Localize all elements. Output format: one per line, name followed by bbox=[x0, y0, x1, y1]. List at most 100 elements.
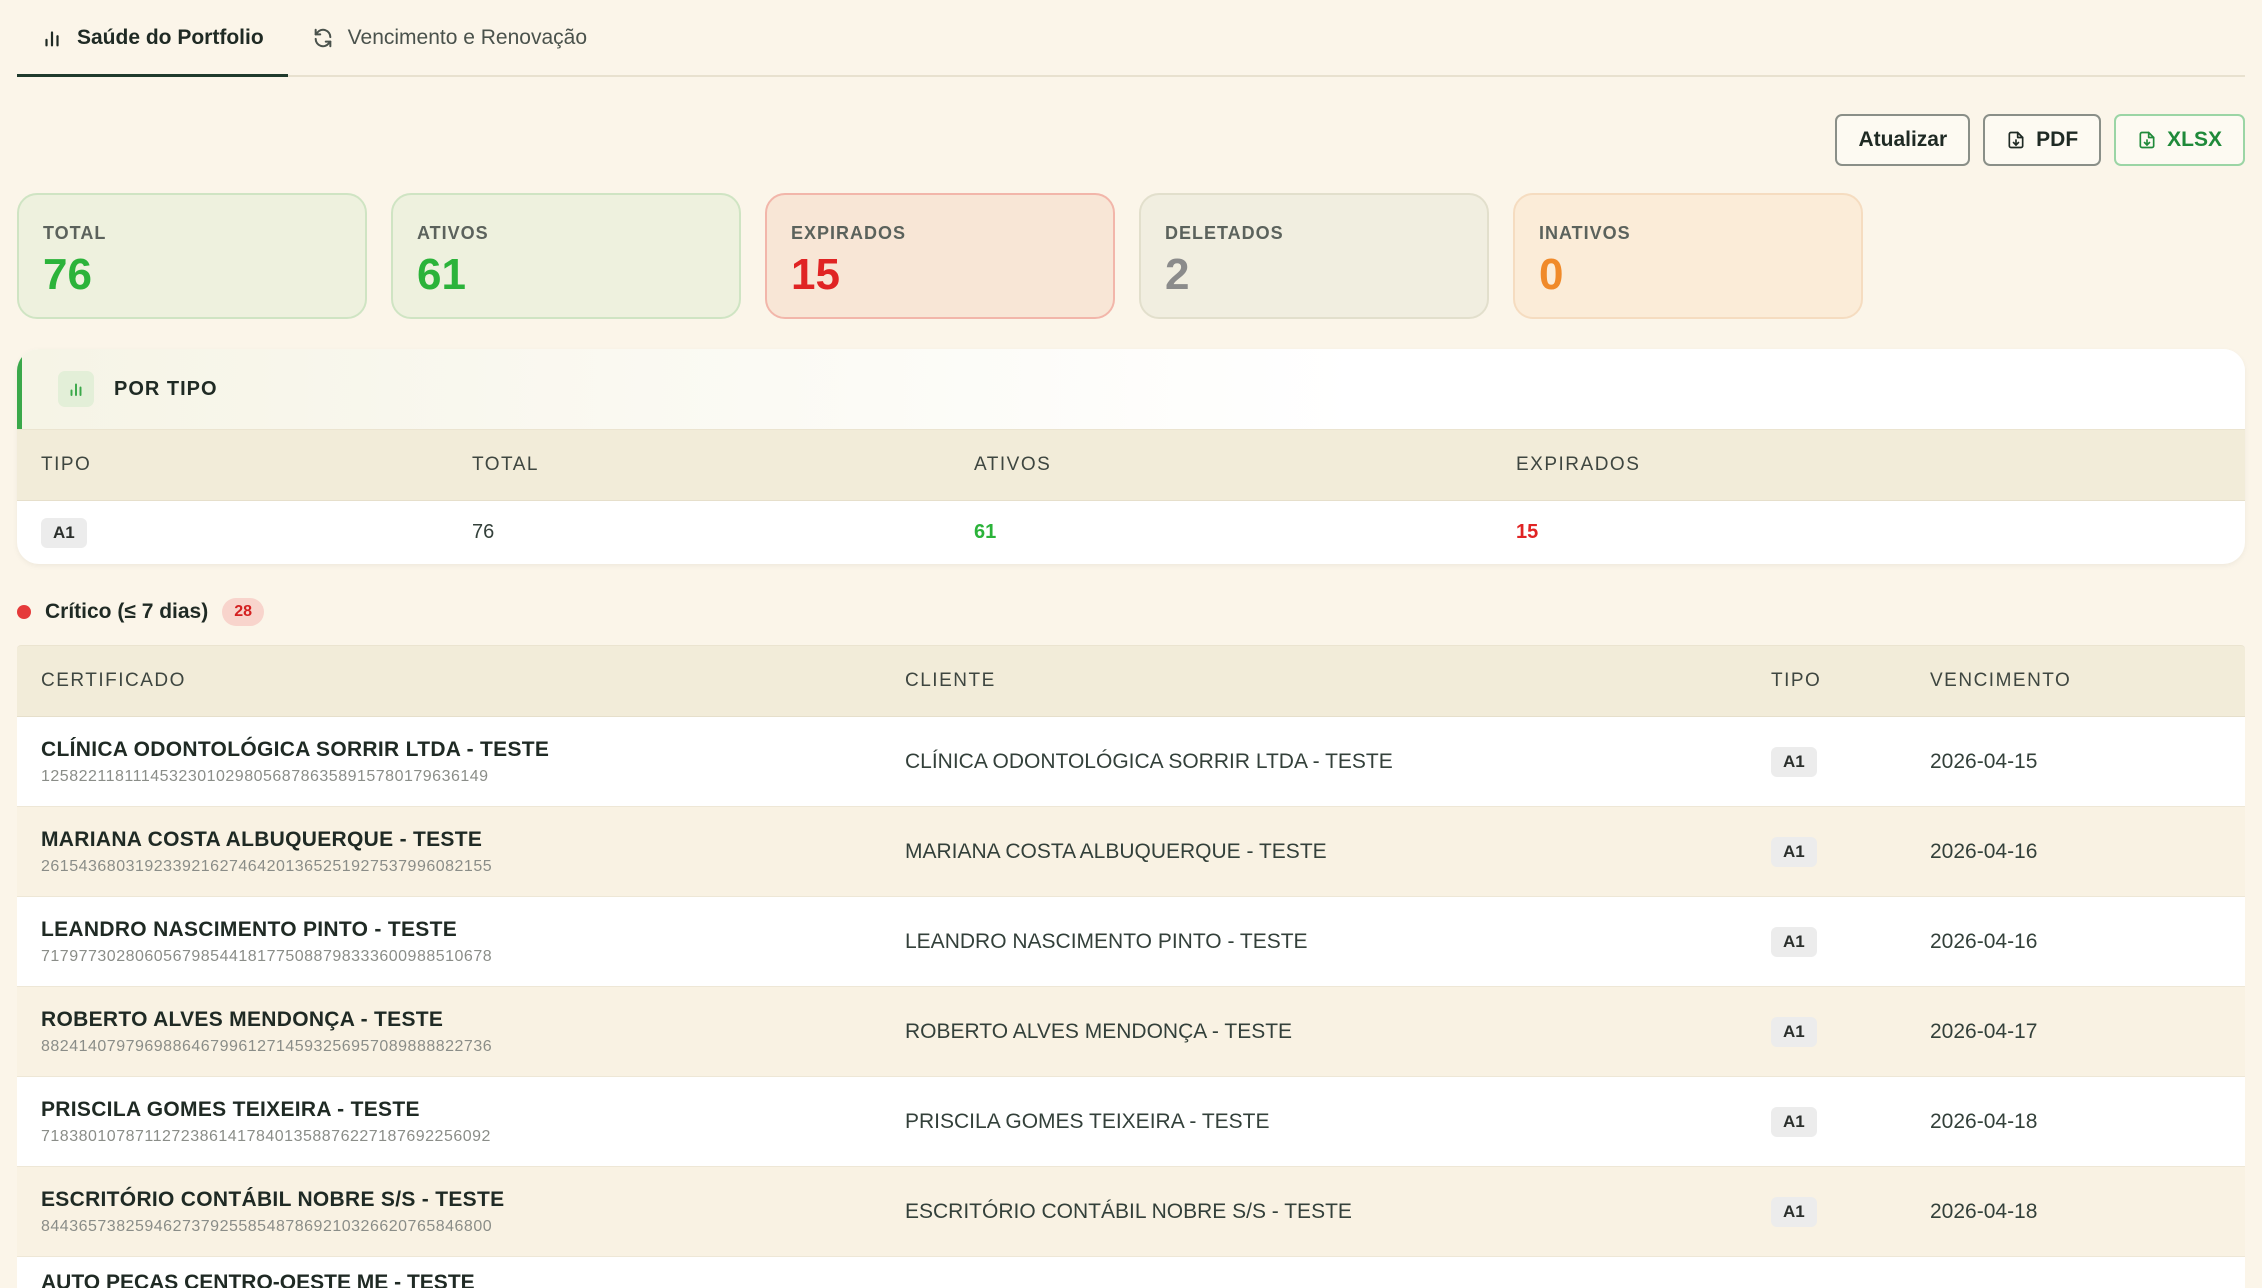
column-header-vencimento[interactable]: VENCIMENTO bbox=[1930, 670, 2071, 692]
por-tipo-panel: POR TIPO TIPO TOTAL ATIVOS EXPIRADOS A1 … bbox=[17, 349, 2245, 564]
table-row[interactable]: CLÍNICA ODONTOLÓGICA SORRIR LTDA - TESTE… bbox=[17, 717, 2245, 807]
cell-cliente: LEANDRO NASCIMENTO PINTO - TESTE bbox=[905, 929, 1308, 953]
tab-vencimento-renovacao[interactable]: Vencimento e Renovação bbox=[288, 0, 611, 75]
stat-card-ativos: ATIVOS 61 bbox=[391, 193, 741, 319]
stat-label: ATIVOS bbox=[417, 223, 489, 243]
cell-vencimento: 2026-04-15 bbox=[1930, 749, 2038, 773]
refresh-button[interactable]: Atualizar bbox=[1835, 114, 1971, 166]
stat-value: 2 bbox=[1165, 250, 1190, 299]
table-row[interactable]: ROBERTO ALVES MENDONÇA - TESTE 882414079… bbox=[17, 987, 2245, 1077]
panel-header: POR TIPO bbox=[17, 349, 2245, 429]
cell-vencimento: 2026-04-16 bbox=[1930, 929, 2038, 953]
critical-table: CERTIFICADO CLIENTE TIPO VENCIMENTO CLÍN… bbox=[17, 645, 2245, 1288]
cell-certificado: MARIANA COSTA ALBUQUERQUE - TESTE 261543… bbox=[17, 828, 905, 876]
cell-expirados: 15 bbox=[1516, 521, 1539, 543]
table-row[interactable]: LEANDRO NASCIMENTO PINTO - TESTE 7179773… bbox=[17, 897, 2245, 987]
cell-tipo: A1 bbox=[1771, 1016, 1930, 1047]
type-badge: A1 bbox=[41, 517, 87, 548]
stat-label: TOTAL bbox=[43, 223, 107, 243]
column-header-expirados[interactable]: EXPIRADOS bbox=[1492, 454, 1640, 476]
toolbar: Atualizar PDF XLSX bbox=[17, 114, 2245, 166]
cell-tipo: A1 bbox=[1771, 746, 1930, 777]
export-xlsx-button[interactable]: XLSX bbox=[2114, 114, 2245, 166]
cell-vencimento: 2026-04-16 bbox=[1930, 839, 2038, 863]
table-header: TIPO TOTAL ATIVOS EXPIRADOS bbox=[17, 429, 2245, 501]
cell-vencimento: 2026-04-18 bbox=[1930, 1199, 2038, 1223]
certificate-serial: 8443657382594627379255854878692103266207… bbox=[41, 1217, 493, 1235]
tab-saude-portfolio[interactable]: Saúde do Portfolio bbox=[17, 0, 288, 77]
refresh-button-label: Atualizar bbox=[1858, 128, 1948, 151]
table-row-partial[interactable]: AUTO PEÇAS CENTRO-OESTE ME - TESTE bbox=[17, 1257, 2245, 1288]
table-header: CERTIFICADO CLIENTE TIPO VENCIMENTO bbox=[17, 645, 2245, 717]
table-row[interactable]: MARIANA COSTA ALBUQUERQUE - TESTE 261543… bbox=[17, 807, 2245, 897]
stat-label: INATIVOS bbox=[1539, 223, 1631, 243]
export-pdf-button[interactable]: PDF bbox=[1983, 114, 2102, 166]
page: Saúde do Portfolio Vencimento e Renovaçã… bbox=[0, 0, 2262, 1288]
certificate-serial: 7183801078711272386141784013588762271876… bbox=[41, 1127, 491, 1145]
certificate-name: ESCRITÓRIO CONTÁBIL NOBRE S/S - TESTE bbox=[41, 1187, 505, 1211]
cell-tipo: A1 bbox=[17, 517, 448, 548]
stat-value: 15 bbox=[791, 250, 840, 299]
table-row[interactable]: ESCRITÓRIO CONTÁBIL NOBRE S/S - TESTE 84… bbox=[17, 1167, 2245, 1257]
refresh-icon bbox=[314, 28, 332, 47]
cell-certificado: ROBERTO ALVES MENDONÇA - TESTE 882414079… bbox=[17, 1008, 905, 1056]
tab-bar: Saúde do Portfolio Vencimento e Renovaçã… bbox=[17, 0, 2245, 77]
cell-cliente: ROBERTO ALVES MENDONÇA - TESTE bbox=[905, 1019, 1293, 1043]
cell-tipo: A1 bbox=[1771, 926, 1930, 957]
column-header-tipo[interactable]: TIPO bbox=[1771, 670, 1930, 692]
stat-value: 0 bbox=[1539, 250, 1564, 299]
cell-vencimento: 2026-04-17 bbox=[1930, 1019, 2038, 1043]
certificate-serial: 7179773028060567985441817750887983336009… bbox=[41, 947, 493, 965]
column-header-ativos[interactable]: ATIVOS bbox=[950, 454, 1492, 476]
stat-card-expirados: EXPIRADOS 15 bbox=[765, 193, 1115, 319]
column-header-cliente[interactable]: CLIENTE bbox=[905, 670, 1771, 692]
cell-vencimento: 2026-04-18 bbox=[1930, 1109, 2038, 1133]
table-row[interactable]: PRISCILA GOMES TEIXEIRA - TESTE 71838010… bbox=[17, 1077, 2245, 1167]
tab-label: Vencimento e Renovação bbox=[347, 25, 587, 49]
panel-title: POR TIPO bbox=[114, 377, 218, 400]
cell-certificado: LEANDRO NASCIMENTO PINTO - TESTE 7179773… bbox=[17, 918, 905, 966]
stats-row: TOTAL 76 ATIVOS 61 EXPIRADOS 15 DELETADO… bbox=[17, 193, 2245, 319]
type-badge: A1 bbox=[1771, 836, 1817, 867]
cell-tipo: A1 bbox=[1771, 1196, 1930, 1227]
critical-count-badge: 28 bbox=[222, 598, 265, 626]
cell-certificado: PRISCILA GOMES TEIXEIRA - TESTE 71838010… bbox=[17, 1098, 905, 1146]
certificate-name: PRISCILA GOMES TEIXEIRA - TESTE bbox=[41, 1097, 420, 1121]
table-row: A1 76 61 15 bbox=[17, 501, 2245, 564]
type-badge: A1 bbox=[1771, 1106, 1817, 1137]
column-header-tipo[interactable]: TIPO bbox=[17, 454, 448, 476]
cell-ativos: 61 bbox=[974, 521, 997, 543]
certificate-name: CLÍNICA ODONTOLÓGICA SORRIR LTDA - TESTE bbox=[41, 737, 550, 761]
critical-dot-icon bbox=[17, 605, 31, 619]
type-badge: A1 bbox=[1771, 1016, 1817, 1047]
stat-value: 76 bbox=[43, 250, 92, 299]
critical-section-header: Crítico (≤ 7 dias) 28 bbox=[17, 597, 2245, 627]
certificate-serial: 2615436803192339216274642013652519275379… bbox=[41, 857, 493, 875]
certificate-serial: 8824140797969886467996127145932569570898… bbox=[41, 1037, 493, 1055]
bar-chart-icon bbox=[45, 30, 59, 46]
file-download-icon bbox=[2139, 131, 2155, 149]
stat-card-total: TOTAL 76 bbox=[17, 193, 367, 319]
certificate-serial: 1258221181114532301029805687863589157801… bbox=[41, 767, 489, 785]
cell-tipo: A1 bbox=[1771, 836, 1930, 867]
xlsx-button-label: XLSX bbox=[2167, 128, 2222, 151]
critical-title: Crítico (≤ 7 dias) bbox=[45, 600, 209, 623]
cell-cliente: PRISCILA GOMES TEIXEIRA - TESTE bbox=[905, 1109, 1270, 1133]
cell-tipo: A1 bbox=[1771, 1106, 1930, 1137]
column-header-total[interactable]: TOTAL bbox=[448, 454, 950, 476]
stat-label: DELETADOS bbox=[1165, 223, 1284, 243]
stat-card-deletados: DELETADOS 2 bbox=[1139, 193, 1489, 319]
certificate-name: ROBERTO ALVES MENDONÇA - TESTE bbox=[41, 1007, 444, 1031]
cell-total: 76 bbox=[472, 521, 495, 543]
column-header-certificado[interactable]: CERTIFICADO bbox=[17, 670, 905, 692]
cell-cliente: ESCRITÓRIO CONTÁBIL NOBRE S/S - TESTE bbox=[905, 1199, 1352, 1223]
cell-cliente: CLÍNICA ODONTOLÓGICA SORRIR LTDA - TESTE bbox=[905, 749, 1393, 773]
type-badge: A1 bbox=[1771, 746, 1817, 777]
tab-label: Saúde do Portfolio bbox=[77, 25, 264, 49]
file-download-icon bbox=[2008, 131, 2024, 149]
bar-chart-icon bbox=[58, 371, 94, 407]
cell-certificado: ESCRITÓRIO CONTÁBIL NOBRE S/S - TESTE 84… bbox=[17, 1188, 905, 1236]
type-badge: A1 bbox=[1771, 1196, 1817, 1227]
certificate-name: MARIANA COSTA ALBUQUERQUE - TESTE bbox=[41, 827, 483, 851]
stat-value: 61 bbox=[417, 250, 466, 299]
